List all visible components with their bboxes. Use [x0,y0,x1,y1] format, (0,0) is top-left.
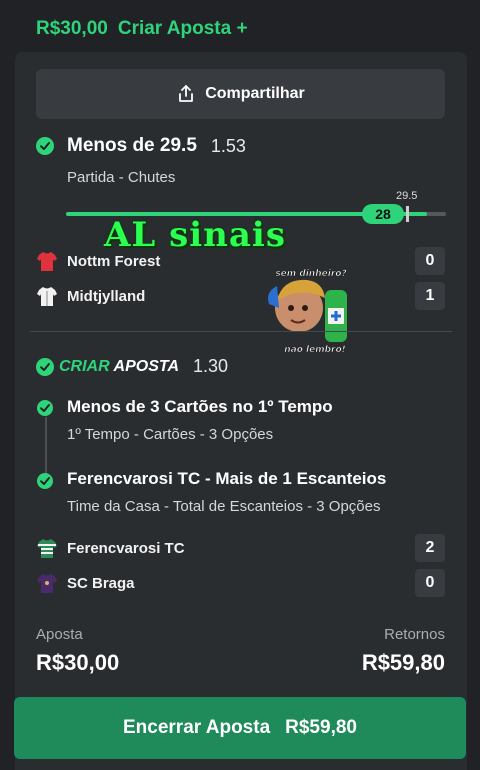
share-icon [179,85,194,102]
bet-leg: Ferencvarosi TC - Mais de 1 Escanteios [37,469,386,489]
progress-target: 29.5 [396,190,418,202]
cashout-amount: R$59,80 [285,717,357,738]
team-name: SC Braga [67,574,135,592]
cashout-button[interactable]: Encerrar Aposta R$59,80 [14,697,466,759]
team-row-away: Midtjylland 1 [36,282,445,310]
check-icon [37,400,53,416]
jersey-icon [37,539,57,558]
check-icon [36,137,54,155]
bet-builder-odd: 1.30 [193,356,229,376]
jersey-icon [37,252,57,271]
section-divider [30,331,452,332]
selection-header: Menos de 29.5 1.53 [36,135,246,157]
cashout-label: Encerrar Aposta [123,717,271,738]
returns-label: Retornos [384,626,445,643]
selection-subtitle: Partida - Chutes [67,169,176,186]
sticker-top-text: sem dinheiro? [275,269,346,279]
progress-current-badge: 28 [362,204,404,224]
team-row-home: Nottm Forest 0 [36,247,445,275]
header-amount: R$30,00 [36,18,108,39]
team-name: Midtjylland [67,287,146,305]
jersey-icon [37,287,57,306]
jersey-icon [37,574,57,593]
leg-title: Ferencvarosi TC - Mais de 1 Escanteios [67,469,387,488]
legs-timeline [45,417,47,481]
team-score: 2 [415,534,445,562]
bet-leg: Menos de 3 Cartões no 1º Tempo [37,397,333,416]
check-icon [37,473,53,489]
team-name: Ferencvarosi TC [67,539,185,557]
team-row-away: SC Braga 0 [36,569,445,597]
leg-title: Menos de 3 Cartões no 1º Tempo [67,397,333,416]
progress-target-marker [406,206,409,222]
share-label: Compartilhar [205,85,305,102]
sticker-bottom-text: não lembro! [284,345,346,355]
selection-odd: 1.53 [210,135,246,156]
team-name: Nottm Forest [67,252,161,270]
bet-builder-header: CRIAR APOSTA 1.30 [36,356,228,377]
returns-value: R$59,80 [361,650,445,675]
meme-sticker: sem dinheiro? não lembro! [268,269,347,355]
stake-label: Aposta [36,626,83,643]
stake-value: R$30,00 [36,650,120,675]
check-icon [36,357,54,376]
leg-subtitle: 1º Tempo - Cartões - 3 Opções [67,426,274,443]
selection-title: Menos de 29.5 [67,135,197,156]
team-score: 1 [415,282,445,310]
team-score: 0 [415,247,445,275]
bet-builder-label: CRIAR APOSTA [59,357,180,375]
leg-subtitle: Time da Casa - Total de Escanteios - 3 O… [67,498,381,515]
share-button[interactable]: Compartilhar [36,69,445,119]
team-row-home: Ferencvarosi TC 2 [36,534,445,562]
team-score: 0 [415,569,445,597]
bet-header: R$30,00 Criar Aposta + [36,18,248,40]
create-bet-link[interactable]: Criar Aposta + [118,18,248,39]
